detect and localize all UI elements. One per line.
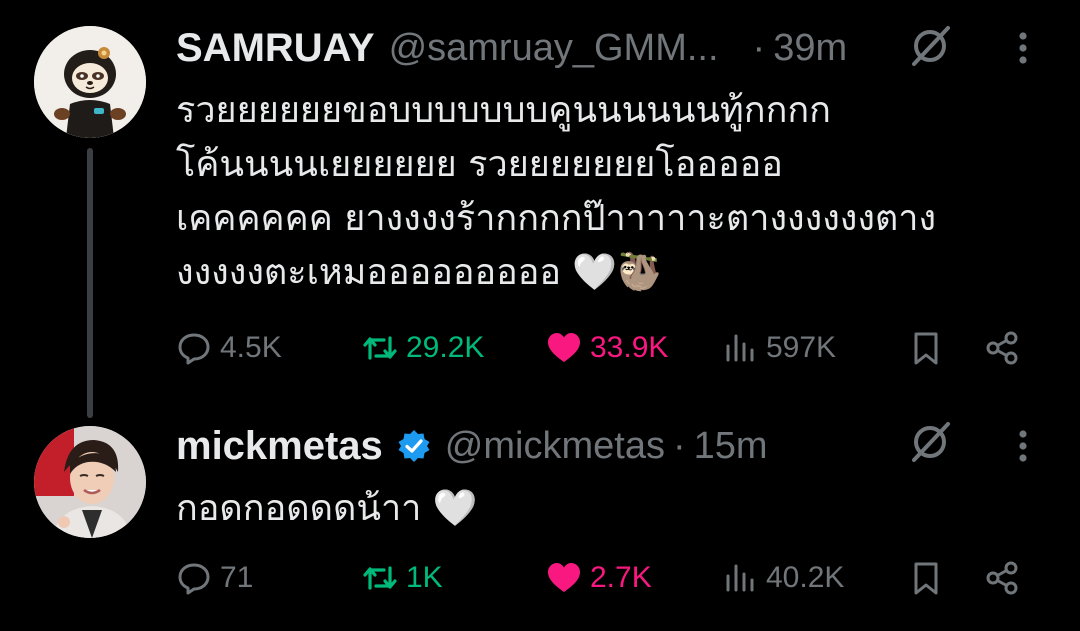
user-handle[interactable]: @mickmetas: [445, 425, 665, 468]
like-count: 33.9K: [590, 331, 669, 364]
grok-icon[interactable]: [904, 20, 956, 72]
views-button[interactable]: 597K: [722, 326, 836, 370]
user-handle[interactable]: @samruay_GMM...: [389, 27, 719, 70]
timestamp[interactable]: 39m: [773, 27, 847, 70]
bookmark-button[interactable]: [908, 326, 952, 370]
verified-badge-icon[interactable]: [397, 429, 431, 463]
share-button[interactable]: [984, 556, 1028, 600]
reply-icon: [176, 330, 212, 366]
tweet-text: รวยยยยยยขอบบบบบบบคูนนนนนนทู้กกกก โค้นนนน…: [176, 90, 937, 293]
views-button[interactable]: 40.2K: [722, 556, 844, 600]
thread-line: [87, 148, 93, 418]
heart-icon: [546, 330, 582, 366]
reply-count: 71: [220, 561, 254, 594]
tweet[interactable]: SAMRUAY @samruay_GMM... · 39m รวยยยยยยขอ…: [0, 0, 1080, 418]
separator-dot: ·: [752, 26, 766, 69]
heart-icon: [546, 560, 582, 596]
like-button[interactable]: 33.9K: [546, 326, 668, 370]
repost-button[interactable]: 29.2K: [362, 326, 484, 370]
views-icon: [722, 330, 758, 366]
separator-dot: ·: [672, 424, 686, 467]
share-icon: [984, 560, 1020, 596]
display-name[interactable]: SAMRUAY: [176, 26, 375, 71]
reply-button[interactable]: 71: [176, 556, 253, 600]
bookmark-button[interactable]: [908, 556, 952, 600]
views-count: 40.2K: [766, 561, 845, 594]
repost-count: 29.2K: [406, 331, 485, 364]
bookmark-icon: [908, 330, 944, 366]
bookmark-icon: [908, 560, 944, 596]
like-count: 2.7K: [590, 561, 652, 594]
views-icon: [722, 560, 758, 596]
tweet-text: กอดกอดดดน้าา 🤍: [176, 488, 478, 529]
grok-icon[interactable]: [904, 416, 956, 468]
repost-icon: [362, 560, 398, 596]
like-button[interactable]: 2.7K: [546, 556, 652, 600]
timestamp[interactable]: 15m: [694, 425, 768, 468]
avatar[interactable]: [34, 426, 146, 538]
reply-button[interactable]: 4.5K: [176, 326, 282, 370]
repost-icon: [362, 330, 398, 366]
avatar[interactable]: [34, 26, 146, 138]
more-vertical-icon[interactable]: [1008, 420, 1038, 472]
share-button[interactable]: [984, 326, 1028, 370]
repost-count: 1K: [406, 561, 443, 594]
reply-count: 4.5K: [220, 331, 282, 364]
views-count: 597K: [766, 331, 837, 364]
more-vertical-icon[interactable]: [1008, 22, 1038, 74]
action-bar: 4.5K 29.2K 33.9K 597K: [176, 326, 1080, 370]
display-name[interactable]: mickmetas: [176, 424, 383, 469]
share-icon: [984, 330, 1020, 366]
reply-icon: [176, 560, 212, 596]
action-bar: 71 1K 2.7K 40.2K: [176, 556, 1080, 600]
repost-button[interactable]: 1K: [362, 556, 443, 600]
